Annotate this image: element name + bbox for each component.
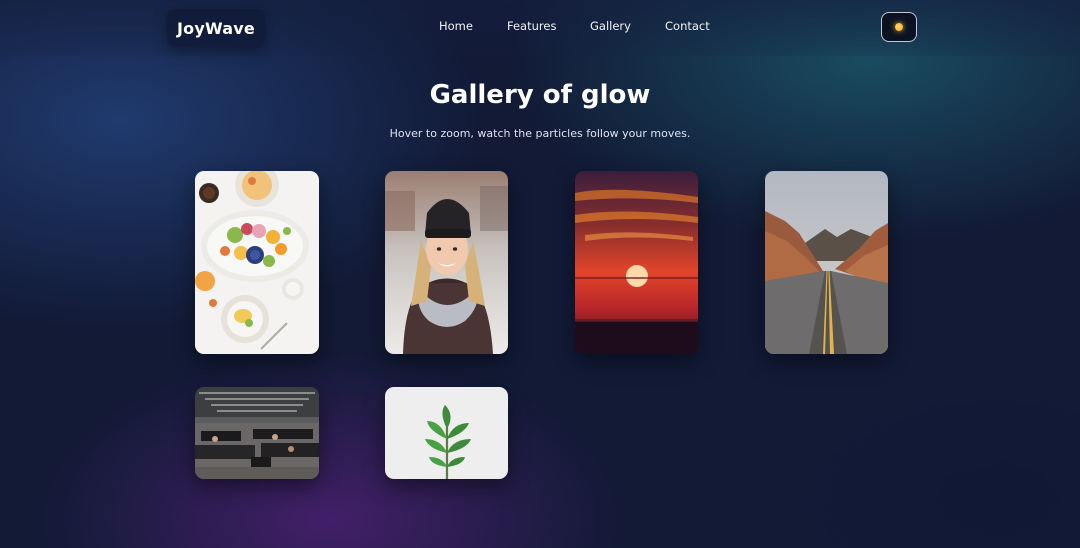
sun-icon: [895, 23, 903, 31]
nav-link-features[interactable]: Features: [507, 19, 556, 33]
page-title: Gallery of glow: [429, 80, 651, 110]
office-interior-photo: [195, 387, 319, 479]
food-platter-photo: [195, 171, 319, 354]
gallery-card-office[interactable]: [195, 387, 319, 479]
nav-link-gallery[interactable]: Gallery: [590, 19, 631, 33]
gallery-card-food[interactable]: [195, 171, 319, 354]
gallery-card-road[interactable]: [765, 171, 888, 354]
theme-toggle-button[interactable]: [881, 12, 917, 42]
gallery-card-portrait[interactable]: [385, 171, 508, 354]
desert-road-photo: [765, 171, 888, 354]
gallery-card-sunset[interactable]: [575, 171, 698, 354]
plant-sprout-photo: [385, 387, 508, 479]
nav-link-home[interactable]: Home: [439, 19, 473, 33]
gallery-card-plant[interactable]: [385, 387, 508, 479]
main-nav: Home Features Gallery Contact: [0, 19, 1080, 37]
woman-in-beanie-photo: [385, 171, 508, 354]
nav-link-contact[interactable]: Contact: [665, 19, 710, 33]
page-subtitle: Hover to zoom, watch the particles follo…: [389, 127, 691, 140]
sunset-photo: [575, 171, 698, 354]
